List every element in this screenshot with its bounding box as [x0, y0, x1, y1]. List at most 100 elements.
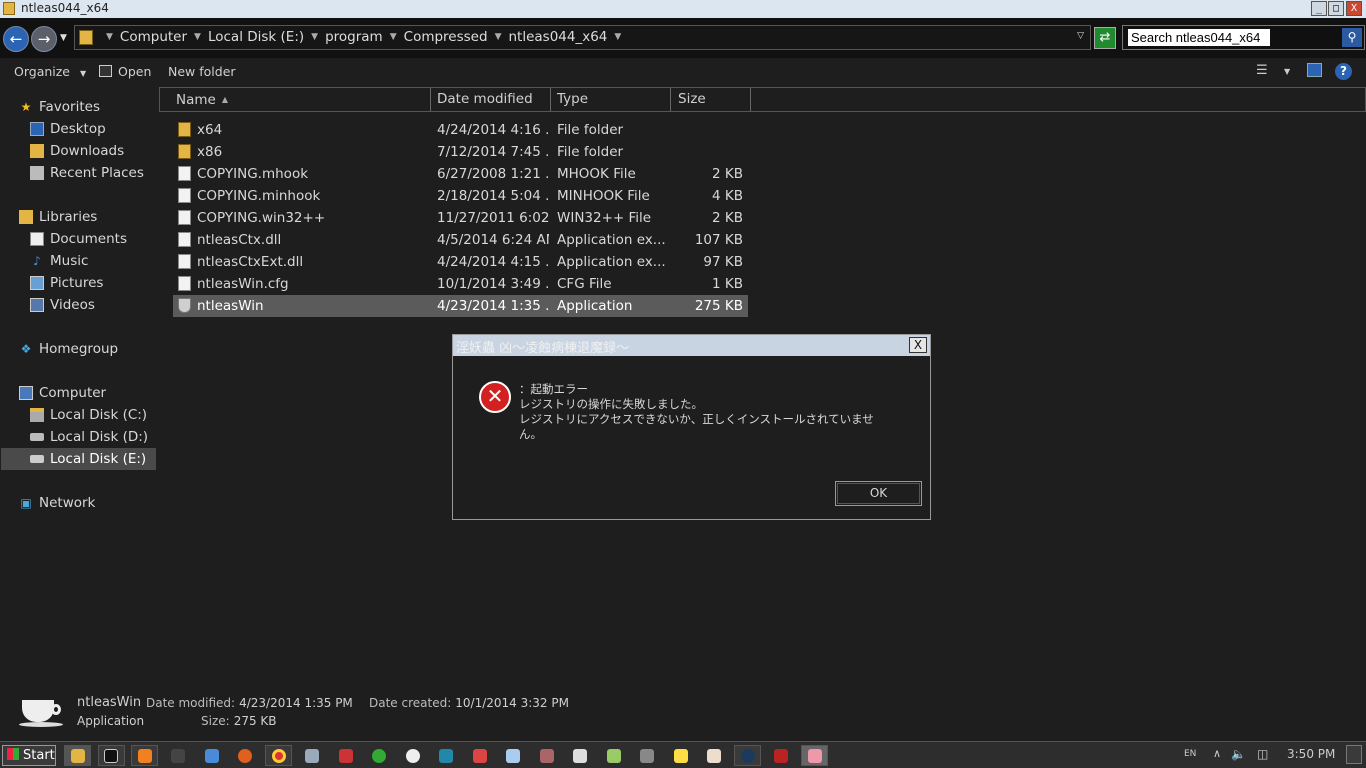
chevron-down-icon[interactable]: ▼: [194, 32, 201, 42]
sidebar-item-music[interactable]: ♪ Music: [30, 251, 88, 271]
sidebar-item-homegroup[interactable]: ❖ Homegroup: [19, 339, 118, 359]
close-button[interactable]: X: [1346, 1, 1362, 16]
cmd-taskbar-icon[interactable]: [97, 745, 125, 766]
new-folder-button[interactable]: New folder: [168, 64, 236, 79]
sidebar-item-downloads[interactable]: Downloads: [30, 141, 124, 161]
app-taskbar-icon[interactable]: [600, 745, 627, 766]
dialog-titlebar[interactable]: 淫妖蟲 凶～凌蝕病棟退魔録～ X: [453, 335, 930, 356]
file-row[interactable]: ntleasCtxExt.dll 4/24/2014 4:15 ... Appl…: [173, 251, 748, 273]
file-row[interactable]: ntleasWin.cfg 10/1/2014 3:49 ... CFG Fil…: [173, 273, 748, 295]
refresh-button[interactable]: ⇄: [1094, 27, 1116, 49]
maximize-button[interactable]: □: [1328, 1, 1344, 16]
file-row[interactable]: x64 4/24/2014 4:16 ... File folder: [173, 119, 748, 141]
back-button[interactable]: ←: [3, 26, 29, 52]
ball-taskbar-icon[interactable]: [399, 745, 426, 766]
column-header-date[interactable]: Date modified: [431, 88, 551, 111]
media-player-taskbar-icon[interactable]: [131, 745, 158, 766]
calculator-taskbar-icon[interactable]: [298, 745, 326, 766]
sidebar-item-local-disk-c[interactable]: Local Disk (C:): [30, 405, 147, 425]
chevron-down-icon[interactable]: ▼: [1284, 67, 1290, 76]
game-taskbar-icon[interactable]: [801, 745, 828, 766]
vim-taskbar-icon[interactable]: [365, 745, 393, 766]
app-taskbar-icon[interactable]: [432, 745, 460, 766]
chevron-down-icon[interactable]: ▼: [495, 32, 502, 42]
app-taskbar-icon[interactable]: [700, 745, 728, 766]
details-size-value: 275 KB: [233, 714, 277, 728]
breadcrumb-ntleas044-x64[interactable]: ntleas044_x64: [508, 29, 607, 45]
column-header-type[interactable]: Type: [551, 88, 671, 111]
chrome-taskbar-icon[interactable]: [265, 745, 292, 766]
sort-ascending-icon: ▲: [221, 95, 228, 104]
file-row-selected[interactable]: ntleasWin 4/23/2014 1:35 ... Application…: [173, 295, 748, 317]
file-row[interactable]: ntleasCtx.dll 4/5/2014 6:24 AM Applicati…: [173, 229, 748, 251]
file-row[interactable]: COPYING.minhook 2/18/2014 5:04 ... MINHO…: [173, 185, 748, 207]
breadcrumb-local-disk-e[interactable]: Local Disk (E:): [208, 29, 304, 45]
sidebar-item-local-disk-d[interactable]: Local Disk (D:): [30, 427, 148, 447]
sidebar-item-computer[interactable]: Computer: [19, 383, 106, 403]
address-bar[interactable]: ▼ Computer ▼ Local Disk (E:) ▼ program ▼…: [74, 25, 1091, 50]
sticky-notes-taskbar-icon[interactable]: [667, 745, 694, 766]
file-size: 275 KB: [694, 298, 743, 314]
open-button[interactable]: Open: [99, 64, 151, 79]
breadcrumb-compressed[interactable]: Compressed: [404, 29, 488, 45]
forward-button[interactable]: →: [31, 26, 57, 52]
organize-label: Organize: [14, 64, 70, 79]
drive-icon: [30, 408, 44, 422]
open-icon: [99, 65, 112, 77]
search-icon[interactable]: ⚲: [1342, 28, 1362, 47]
explorer-taskbar-icon[interactable]: [64, 745, 91, 766]
breadcrumb-program[interactable]: program: [325, 29, 383, 45]
column-header-size[interactable]: Size: [671, 88, 751, 111]
help-icon[interactable]: ?: [1335, 63, 1352, 80]
sidebar-item-label: Videos: [50, 297, 95, 313]
dialog-close-button[interactable]: X: [909, 337, 927, 353]
app-taskbar-icon[interactable]: [566, 745, 594, 766]
recent-pages-dropdown[interactable]: ▼: [60, 33, 67, 43]
sidebar-item-documents[interactable]: Documents: [30, 229, 127, 249]
organize-button[interactable]: Organize ▼: [14, 64, 86, 79]
app-taskbar-icon[interactable]: [633, 745, 661, 766]
sidebar-item-local-disk-e[interactable]: Local Disk (E:): [1, 448, 156, 470]
app-taskbar-icon[interactable]: [533, 745, 560, 766]
column-header-name[interactable]: Name ▲: [160, 88, 431, 111]
sidebar-item-network[interactable]: ▣ Network: [19, 493, 95, 513]
app-taskbar-icon[interactable]: [198, 745, 225, 766]
file-row[interactable]: COPYING.win32++ 11/27/2011 6:02... WIN32…: [173, 207, 748, 229]
app-taskbar-icon[interactable]: [164, 745, 192, 766]
network-status-icon[interactable]: ◫: [1257, 747, 1268, 761]
app-taskbar-icon[interactable]: [332, 745, 359, 766]
ok-button[interactable]: OK: [835, 481, 922, 506]
file-row[interactable]: x86 7/12/2014 7:45 ... File folder: [173, 141, 748, 163]
file-size: 1 KB: [712, 276, 743, 292]
file-size: 2 KB: [712, 210, 743, 226]
show-desktop-button[interactable]: [1346, 745, 1362, 764]
steam-taskbar-icon[interactable]: [734, 745, 761, 766]
sidebar-item-videos[interactable]: Videos: [30, 295, 95, 315]
preview-pane-icon[interactable]: [1307, 63, 1322, 77]
dota-taskbar-icon[interactable]: [767, 745, 795, 766]
breadcrumb-computer[interactable]: Computer: [120, 29, 187, 45]
sidebar-item-desktop[interactable]: Desktop: [30, 119, 106, 139]
search-input[interactable]: [1128, 29, 1270, 46]
file-row[interactable]: COPYING.mhook 6/27/2008 1:21 ... MHOOK F…: [173, 163, 748, 185]
sidebar-item-favorites[interactable]: ★ Favorites: [19, 97, 100, 117]
clock[interactable]: 3:50 PM: [1287, 747, 1335, 761]
chevron-down-icon[interactable]: ▼: [311, 32, 318, 42]
taskbar: Start EN ∧ 🔈 ◫ 3:50 PM: [0, 741, 1366, 768]
chevron-down-icon[interactable]: ▼: [390, 32, 397, 42]
minimize-button[interactable]: _: [1311, 1, 1327, 16]
language-indicator[interactable]: EN: [1184, 749, 1196, 759]
sidebar-item-libraries[interactable]: Libraries: [19, 207, 97, 227]
firefox-taskbar-icon[interactable]: [231, 745, 259, 766]
volume-icon[interactable]: 🔈: [1231, 747, 1246, 761]
chevron-down-icon[interactable]: ▼: [614, 32, 621, 42]
sidebar-item-recent-places[interactable]: Recent Places: [30, 163, 144, 183]
app-taskbar-icon[interactable]: [466, 745, 493, 766]
sidebar-item-pictures[interactable]: Pictures: [30, 273, 103, 293]
chevron-down-icon[interactable]: ▼: [106, 32, 113, 42]
notepad-taskbar-icon[interactable]: [499, 745, 527, 766]
start-button[interactable]: Start: [2, 745, 56, 766]
address-history-dropdown[interactable]: ▽: [1077, 31, 1084, 41]
show-hidden-icons-icon[interactable]: ∧: [1213, 747, 1221, 760]
view-options-icon[interactable]: ☰: [1256, 63, 1268, 78]
